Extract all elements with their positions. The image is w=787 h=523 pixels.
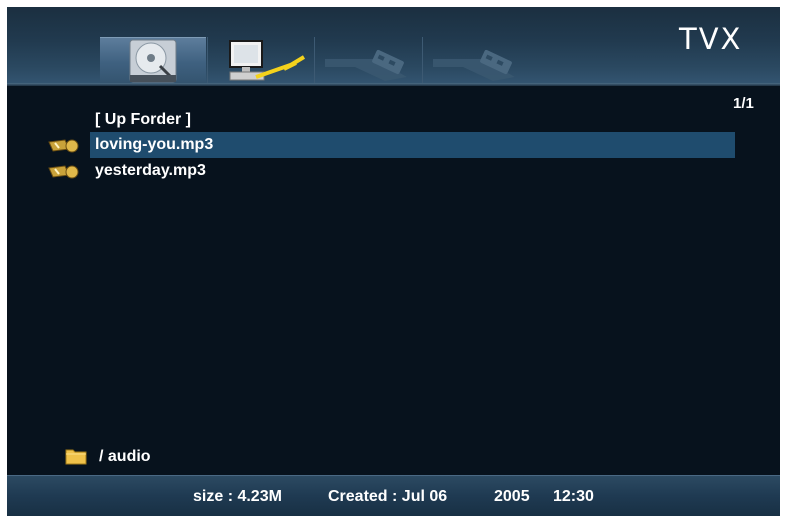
network-pc-icon: [229, 40, 306, 81]
tab-usb-1[interactable]: [315, 37, 421, 83]
list-item-label: loving-you.mp3: [95, 136, 214, 153]
usb-icon: [325, 49, 407, 81]
header-divider: [7, 83, 780, 86]
music-note-icon: [48, 139, 79, 153]
folder-icon: [65, 449, 87, 465]
tab-network[interactable]: [208, 37, 314, 83]
brand-logo: TVX: [679, 22, 743, 56]
header-bar: TVX: [7, 7, 780, 83]
current-path-text: / audio: [99, 448, 151, 465]
tab-hard-disk[interactable]: [100, 37, 206, 83]
file-size: size : 4.23M: [193, 488, 282, 505]
music-note-icon: [48, 165, 79, 179]
page-indicator: 1/1: [733, 95, 754, 112]
list-item-up-folder[interactable]: [ Up Forder ]: [90, 107, 735, 133]
list-item-label: yesterday.mp3: [95, 162, 206, 179]
usb-icon: [433, 49, 515, 81]
list-item-file[interactable]: loving-you.mp3: [48, 132, 735, 158]
tab-usb-2[interactable]: [423, 37, 529, 83]
media-player-screen: TVX 1/1 [ Up Forder ] loving-you.mp3 yes…: [7, 7, 780, 516]
list-item-label: [ Up Forder ]: [95, 111, 191, 128]
status-bar: size : 4.23M Created : Jul 06 2005 12:30: [7, 475, 780, 516]
created-date: Created : Jul 06: [328, 488, 448, 505]
list-item-file[interactable]: yesterday.mp3: [48, 158, 735, 184]
created-time: 12:30: [553, 488, 594, 505]
created-year: 2005: [494, 488, 530, 505]
hard-disk-icon: [129, 39, 177, 83]
